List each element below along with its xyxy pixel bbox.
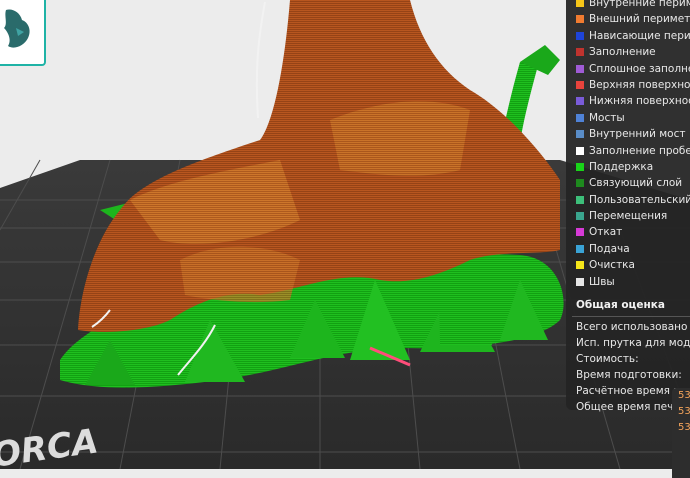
legend-item-label: Заполнение пробелов bbox=[589, 144, 690, 157]
legend-item[interactable]: Нижняя поверхность bbox=[566, 93, 690, 109]
legend-item[interactable]: Внутренние периметры bbox=[566, 0, 690, 11]
legend-color-swatch bbox=[576, 195, 584, 204]
legend-item-label: Поддержка bbox=[589, 160, 654, 173]
legend-item[interactable]: Очистка bbox=[566, 257, 690, 273]
estimate-row: Исп. прутка для моделей bbox=[576, 337, 690, 350]
legend-item-label: Швы bbox=[589, 275, 615, 288]
legend-color-swatch bbox=[576, 113, 584, 122]
legend-item-label: Пользовательский bbox=[589, 193, 690, 206]
legend-color-swatch bbox=[576, 228, 584, 237]
legend-item[interactable]: Подача bbox=[566, 241, 690, 257]
legend-item-label: Связующий слой bbox=[589, 177, 683, 190]
legend-item[interactable]: Заполнение bbox=[566, 44, 690, 60]
legend-color-swatch bbox=[576, 212, 584, 221]
legend-item[interactable]: Откат bbox=[566, 224, 690, 240]
legend-item-label: Верхняя поверхность bbox=[589, 78, 690, 91]
legend-item[interactable]: Поддержка bbox=[566, 159, 690, 175]
legend-item-label: Подача bbox=[589, 242, 630, 255]
layer-values-panel: 53 53 53 bbox=[672, 388, 690, 478]
layer-value: 53 bbox=[678, 390, 690, 401]
legend-item[interactable]: Заполнение пробелов bbox=[566, 143, 690, 159]
legend-item[interactable]: Мосты bbox=[566, 110, 690, 126]
legend-item-label: Внутренний мост bbox=[589, 128, 686, 141]
legend-item[interactable]: Сплошное заполнение bbox=[566, 61, 690, 77]
legend-item[interactable]: Связующий слой bbox=[566, 175, 690, 191]
legend-item-label: Откат bbox=[589, 226, 623, 239]
legend-item-label: Сплошное заполнение bbox=[589, 62, 690, 75]
legend-item[interactable]: Внешний периметр bbox=[566, 11, 690, 27]
legend-item[interactable]: Внутренний мост bbox=[566, 126, 690, 142]
legend-item-label: Перемещения bbox=[589, 210, 668, 223]
layer-value: 53 bbox=[678, 422, 690, 433]
legend-color-swatch bbox=[576, 179, 584, 188]
legend-panel: Внутренние периметры Внешний периметр Нави… bbox=[566, 0, 690, 413]
legend-item[interactable]: Перемещения bbox=[566, 208, 690, 224]
legend-color-swatch bbox=[576, 261, 584, 270]
legend-item-label: Внутренние периметры bbox=[589, 0, 690, 9]
legend-color-swatch bbox=[576, 64, 584, 73]
legend-color-swatch bbox=[576, 31, 584, 40]
legend-item[interactable]: Пользовательский bbox=[566, 192, 690, 208]
estimate-row: Время подготовки: bbox=[576, 369, 682, 382]
legend-item[interactable]: Нависающие периметры bbox=[566, 28, 690, 44]
legend-item-label: Внешний периметр bbox=[589, 13, 690, 26]
legend-color-swatch bbox=[576, 130, 584, 139]
legend-item-label: Заполнение bbox=[589, 46, 656, 59]
layer-value: 53 bbox=[678, 406, 690, 417]
dragon-icon bbox=[4, 9, 30, 48]
legend-list: Внутренние периметры Внешний периметр Нави… bbox=[566, 0, 690, 290]
legend-color-swatch bbox=[576, 244, 584, 253]
legend-color-swatch bbox=[576, 80, 584, 89]
estimate-row: Всего использовано прутка bbox=[576, 321, 690, 334]
legend-color-swatch bbox=[576, 48, 584, 57]
legend-color-swatch bbox=[576, 162, 584, 171]
estimate-title: Общая оценка bbox=[576, 299, 665, 312]
legend-item-label: Мосты bbox=[589, 111, 625, 124]
legend-color-swatch bbox=[576, 277, 584, 286]
legend-color-swatch bbox=[576, 15, 584, 24]
legend-item[interactable]: Верхняя поверхность bbox=[566, 77, 690, 93]
estimate-row: Стоимость: bbox=[576, 353, 639, 366]
estimate-divider bbox=[572, 316, 690, 318]
legend-item-label: Нависающие периметры bbox=[589, 29, 690, 42]
legend-item[interactable]: Швы bbox=[566, 274, 690, 290]
model-thumbnail[interactable] bbox=[0, 0, 46, 66]
legend-item-label: Очистка bbox=[589, 259, 635, 272]
legend-color-swatch bbox=[576, 146, 584, 155]
legend-color-swatch bbox=[576, 0, 584, 7]
legend-item-label: Нижняя поверхность bbox=[589, 95, 690, 108]
legend-color-swatch bbox=[576, 97, 584, 106]
